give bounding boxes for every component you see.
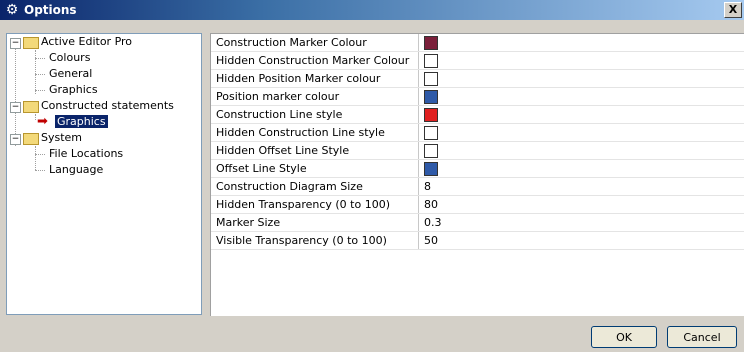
property-row[interactable]: Construction Marker Colour [211, 34, 744, 52]
property-value[interactable]: 8 [418, 177, 744, 196]
property-row[interactable]: Marker Size 0.3 [211, 213, 744, 232]
property-name: Hidden Construction Marker Colour [211, 51, 419, 70]
property-value-text: 50 [424, 234, 438, 247]
cancel-button[interactable]: Cancel [667, 326, 737, 348]
tree-connector [35, 74, 45, 75]
color-swatch[interactable] [424, 89, 438, 104]
tree-item-language[interactable]: Language [47, 162, 105, 178]
color-swatch[interactable] [424, 143, 438, 158]
property-value[interactable] [418, 87, 744, 106]
property-name: Offset Line Style [211, 159, 419, 178]
folder-icon [23, 133, 39, 145]
property-row[interactable]: Hidden Offset Line Style [211, 141, 744, 160]
property-name: Construction Marker Colour [211, 34, 419, 52]
property-value[interactable] [418, 69, 744, 88]
ok-button[interactable]: OK [591, 326, 657, 348]
collapse-toggle[interactable]: − [10, 134, 21, 145]
tree-connector [35, 154, 45, 155]
property-row[interactable]: Hidden Construction Line style [211, 123, 744, 142]
options-tree[interactable]: − Active Editor Pro Colours General Grap… [6, 33, 202, 315]
tree-item-general[interactable]: General [47, 66, 94, 82]
property-value[interactable] [418, 159, 744, 178]
property-value-text: 80 [424, 198, 438, 211]
tree-item-label: Active Editor Pro [41, 35, 133, 48]
property-name: Hidden Transparency (0 to 100) [211, 195, 419, 214]
color-swatch[interactable] [424, 71, 438, 86]
tree-item-colours[interactable]: Colours [47, 50, 92, 66]
color-swatch[interactable] [424, 125, 438, 140]
tree-item-label: Graphics [55, 115, 108, 128]
color-swatch[interactable] [424, 107, 438, 122]
folder-icon [23, 101, 39, 113]
tree-item-label: File Locations [49, 147, 124, 160]
color-swatch[interactable] [424, 35, 438, 50]
property-value-text: 0.3 [424, 216, 442, 229]
property-row[interactable]: Construction Diagram Size 8 [211, 177, 744, 196]
tree-item-label: Language [49, 163, 104, 176]
close-button[interactable]: X [724, 2, 742, 18]
tree-item-graphics[interactable]: Graphics [47, 82, 100, 98]
tree-item-active-editor-pro[interactable]: Active Editor Pro [39, 34, 134, 50]
title-bar[interactable]: ⚙ Options X [0, 0, 744, 20]
property-table: Construction Marker Colour Hidden Constru… [211, 34, 744, 250]
property-name: Construction Diagram Size [211, 177, 419, 196]
collapse-toggle[interactable]: − [10, 38, 21, 49]
folder-icon [23, 37, 39, 49]
gear-icon: ⚙ [5, 2, 19, 18]
property-name: Construction Line style [211, 105, 419, 124]
property-row[interactable]: Offset Line Style [211, 159, 744, 178]
tree-connector [35, 58, 45, 59]
tree-connector [35, 90, 45, 91]
property-name: Hidden Offset Line Style [211, 141, 419, 160]
tree-item-label: General [49, 67, 93, 80]
property-name: Hidden Position Marker colour [211, 69, 419, 88]
property-value[interactable] [418, 105, 744, 124]
tree-item-system[interactable]: System [39, 130, 84, 146]
tree-item-constructed-statements[interactable]: Constructed statements [39, 98, 176, 114]
property-name: Visible Transparency (0 to 100) [211, 231, 419, 250]
property-value[interactable]: 50 [418, 231, 744, 250]
tree-connector [35, 146, 36, 170]
property-row[interactable]: Hidden Construction Marker Colour [211, 51, 744, 70]
property-value[interactable] [418, 123, 744, 142]
property-value-text: 8 [424, 180, 431, 193]
tree-item-file-locations[interactable]: File Locations [47, 146, 125, 162]
collapse-toggle[interactable]: − [10, 102, 21, 113]
property-name: Position marker colour [211, 87, 419, 106]
tree-item-label: Graphics [49, 83, 98, 96]
property-value[interactable] [418, 141, 744, 160]
property-row[interactable]: Position marker colour [211, 87, 744, 106]
property-value[interactable]: 0.3 [418, 213, 744, 232]
property-name: Hidden Construction Line style [211, 123, 419, 142]
tree-item-label: Colours [49, 51, 91, 64]
tree-item-graphics-selected[interactable]: Graphics [55, 114, 108, 130]
tree-connector [35, 170, 45, 171]
property-grid: Construction Marker Colour Hidden Constru… [210, 33, 744, 316]
dialog-footer: OK Cancel [0, 318, 744, 352]
arrow-right-icon: ➡ [37, 114, 48, 129]
color-swatch[interactable] [424, 53, 438, 68]
window-title: Options [24, 3, 77, 17]
tree-item-label: Constructed statements [41, 99, 174, 112]
tree-connector [35, 114, 36, 120]
panel-splitter[interactable] [202, 33, 207, 315]
tree-item-label: System [41, 131, 83, 144]
property-row[interactable]: Construction Line style [211, 105, 744, 124]
tree-connector [35, 50, 36, 94]
property-row[interactable]: Hidden Transparency (0 to 100) 80 [211, 195, 744, 214]
property-name: Marker Size [211, 213, 419, 232]
property-value[interactable]: 80 [418, 195, 744, 214]
property-value[interactable] [418, 51, 744, 70]
property-row[interactable]: Hidden Position Marker colour [211, 69, 744, 88]
property-row[interactable]: Visible Transparency (0 to 100) 50 [211, 231, 744, 250]
color-swatch[interactable] [424, 161, 438, 176]
property-value[interactable] [418, 34, 744, 52]
tree-connector [15, 48, 16, 146]
